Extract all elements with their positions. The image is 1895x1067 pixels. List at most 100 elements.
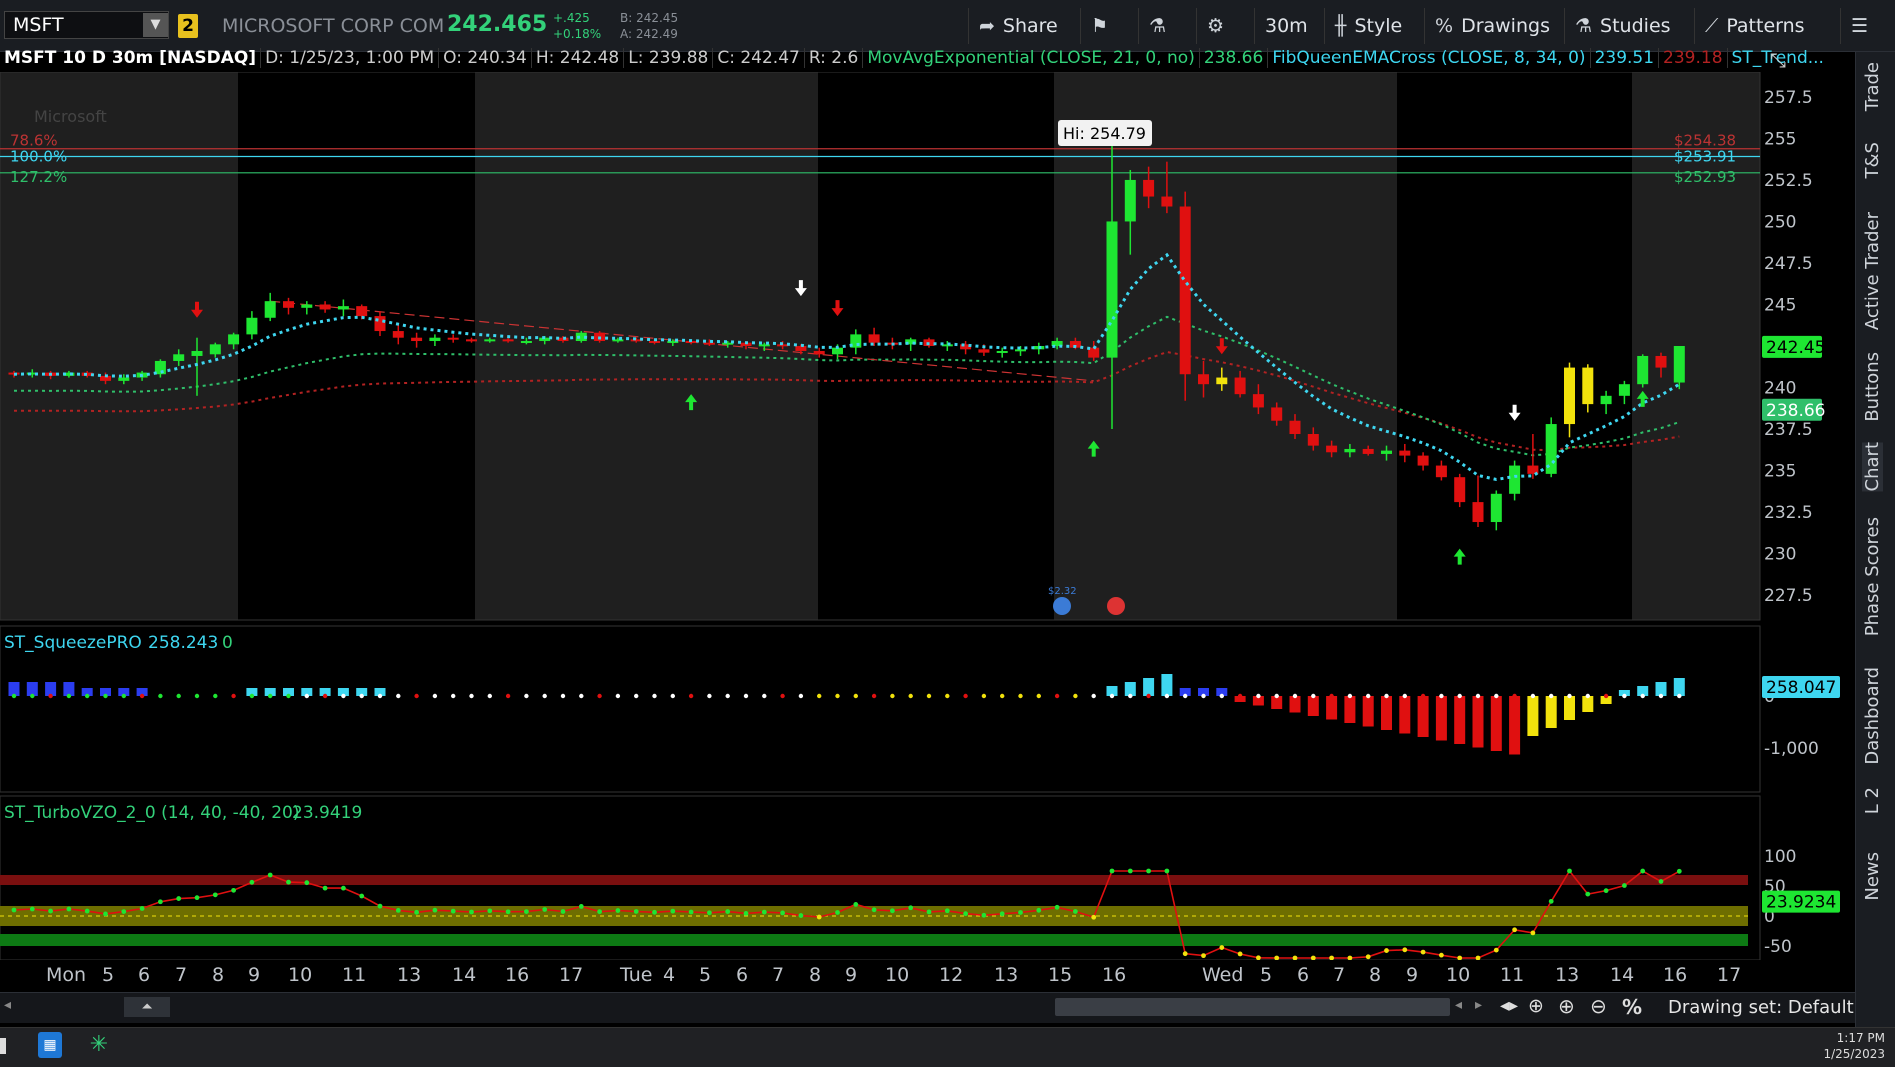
time-axis-tick: 6 <box>138 964 151 986</box>
side-tab[interactable]: Trade <box>1862 62 1883 111</box>
vzo-dot <box>1109 868 1115 874</box>
vzo-dot <box>1530 930 1536 936</box>
scroll-left-icon[interactable]: ◂ <box>4 997 11 1013</box>
vzo-dot <box>1603 888 1609 894</box>
change-value: +.425 <box>553 11 590 25</box>
studies-label: Studies <box>1600 15 1671 37</box>
earnings-value: $2.32 <box>1048 586 1077 597</box>
squeeze-histogram-bar <box>1490 696 1502 751</box>
vzo-dot <box>304 880 310 886</box>
zoom-out-icon[interactable]: ⊖ <box>1590 994 1607 1018</box>
candle-body <box>301 304 313 308</box>
candle-body <box>264 301 276 318</box>
side-tab[interactable]: Dashboard <box>1862 667 1883 765</box>
dividend-icon <box>1107 597 1125 615</box>
candle-body <box>429 337 441 342</box>
squeeze-histogram-bar <box>1344 696 1356 723</box>
vzo-dot <box>505 909 511 915</box>
vzo-dot <box>1640 868 1646 874</box>
style-button[interactable]: ╫ Style <box>1324 8 1424 44</box>
fib-level-price: $253.91 <box>1674 148 1736 166</box>
squeeze-dot <box>725 693 730 699</box>
flask-button[interactable]: ⚗ <box>1138 8 1196 44</box>
squeeze-histogram-bar <box>1161 674 1173 696</box>
events-button[interactable]: ⚑ <box>1080 8 1138 44</box>
candle-body <box>466 339 477 342</box>
collapse-icon[interactable]: ⤡ <box>1770 48 1786 72</box>
menu-button[interactable]: ☰ <box>1840 8 1890 44</box>
drawings-button[interactable]: % Drawings <box>1424 8 1564 44</box>
vzo-dot <box>1036 907 1042 913</box>
ema-study-label[interactable]: MovAvgExponential (CLOSE, 21, 0, no) <box>863 48 1200 68</box>
squeeze-dot <box>743 693 749 699</box>
candle-body <box>228 334 240 345</box>
zoom-in-icon[interactable]: ⊕ <box>1558 994 1575 1018</box>
side-tab[interactable]: Phase Scores <box>1862 517 1883 636</box>
vzo-dot <box>963 911 968 917</box>
squeeze-dot <box>176 693 181 699</box>
crosshair-icon[interactable]: ⊕ <box>1528 995 1544 1017</box>
collapse-panel-icon[interactable]: ⏶ <box>124 997 170 1017</box>
fib-study-value2: 239.18 <box>1659 48 1728 68</box>
percent-scale-icon[interactable]: % <box>1622 995 1642 1019</box>
menu-icon: ☰ <box>1851 15 1869 37</box>
price-chart[interactable]: Microsoft78.6% $254.38100.0% $253.91127.2%… <box>0 72 1855 960</box>
vzo-dot <box>542 907 548 912</box>
candle-body <box>1198 374 1209 385</box>
squeeze-value: 258.243 <box>148 633 218 653</box>
chart-title: MSFT 10 D 30m [NASDAQ] <box>0 48 262 68</box>
start-icon[interactable] <box>0 1038 6 1054</box>
expand-time-icon[interactable]: ◂▸ <box>1500 995 1518 1016</box>
squeeze-dot <box>30 693 35 699</box>
candle-body <box>703 342 715 345</box>
side-tab[interactable]: Active Trader <box>1862 212 1883 330</box>
side-tab[interactable]: T&S <box>1862 142 1883 178</box>
squeeze-dot <box>213 693 218 699</box>
scroll-prev-icon[interactable]: ◂ <box>1455 997 1462 1013</box>
vzo-dot <box>1091 914 1097 920</box>
vzo-dot <box>48 908 53 914</box>
squeeze-dot <box>707 693 712 699</box>
drawing-set-selector[interactable]: Drawing set: Default <box>1668 997 1854 1018</box>
vzo-title: ST_TurboVZO_2_0 (14, 40, -40, 20) <box>4 803 299 823</box>
squeeze-dot <box>908 693 913 699</box>
side-tab[interactable]: L 2 <box>1862 787 1883 814</box>
patterns-button[interactable]: ⟋ Patterns <box>1694 8 1824 44</box>
scroll-thumb[interactable] <box>1055 998 1450 1016</box>
time-axis-tick: 13 <box>994 964 1019 986</box>
vzo-dot <box>1548 898 1554 904</box>
price-axis-tick: 250 <box>1764 212 1796 232</box>
settings-button[interactable]: ⚙ <box>1196 8 1254 44</box>
squeeze-dot <box>451 693 456 699</box>
squeeze-histogram-bar <box>1564 696 1575 720</box>
vzo-dot <box>1054 904 1060 910</box>
vzo-dot <box>615 908 621 913</box>
squeeze-dot <box>634 693 639 699</box>
interval-button[interactable]: 30m <box>1254 8 1324 44</box>
vzo-dot <box>1622 883 1627 888</box>
clock-time: 1:17 PM <box>1836 1031 1885 1045</box>
vzo-dot <box>322 885 328 891</box>
vzo-dot <box>341 885 346 891</box>
store-icon[interactable]: ▦ <box>38 1032 62 1058</box>
chart-scrollbar[interactable]: ◂ ⏶ ◂ ▸ ◂▸ ⊕ ⊕ ⊖ % Drawing set: Default <box>0 992 1855 1023</box>
share-button[interactable]: ➦ Share <box>968 8 1080 44</box>
time-axis-tick: 7 <box>1333 964 1346 986</box>
symbol-dropdown-icon[interactable]: ▼ <box>143 13 168 37</box>
time-axis-tick: 13 <box>1555 964 1580 986</box>
time-axis-tick: 10 <box>1446 964 1471 986</box>
thinkorswim-icon[interactable]: ✳ <box>88 1032 110 1058</box>
price-axis-tick: 227.5 <box>1764 586 1813 606</box>
side-tab[interactable]: Chart <box>1862 442 1883 492</box>
link-group-badge[interactable]: 2 <box>178 14 198 38</box>
fib-study-label[interactable]: FibQueenEMACross (CLOSE, 8, 34, 0) <box>1268 48 1591 68</box>
scroll-next-icon[interactable]: ▸ <box>1475 997 1482 1013</box>
studies-button[interactable]: ⚗ Studies <box>1564 8 1694 44</box>
squeeze-dot <box>1457 693 1462 699</box>
vzo-dot <box>652 909 657 915</box>
vzo-dot <box>84 908 90 914</box>
squeeze-dot <box>1677 693 1682 699</box>
squeeze-dot <box>396 693 401 699</box>
side-tab[interactable]: News <box>1862 852 1883 901</box>
side-tab[interactable]: Buttons <box>1862 352 1883 422</box>
